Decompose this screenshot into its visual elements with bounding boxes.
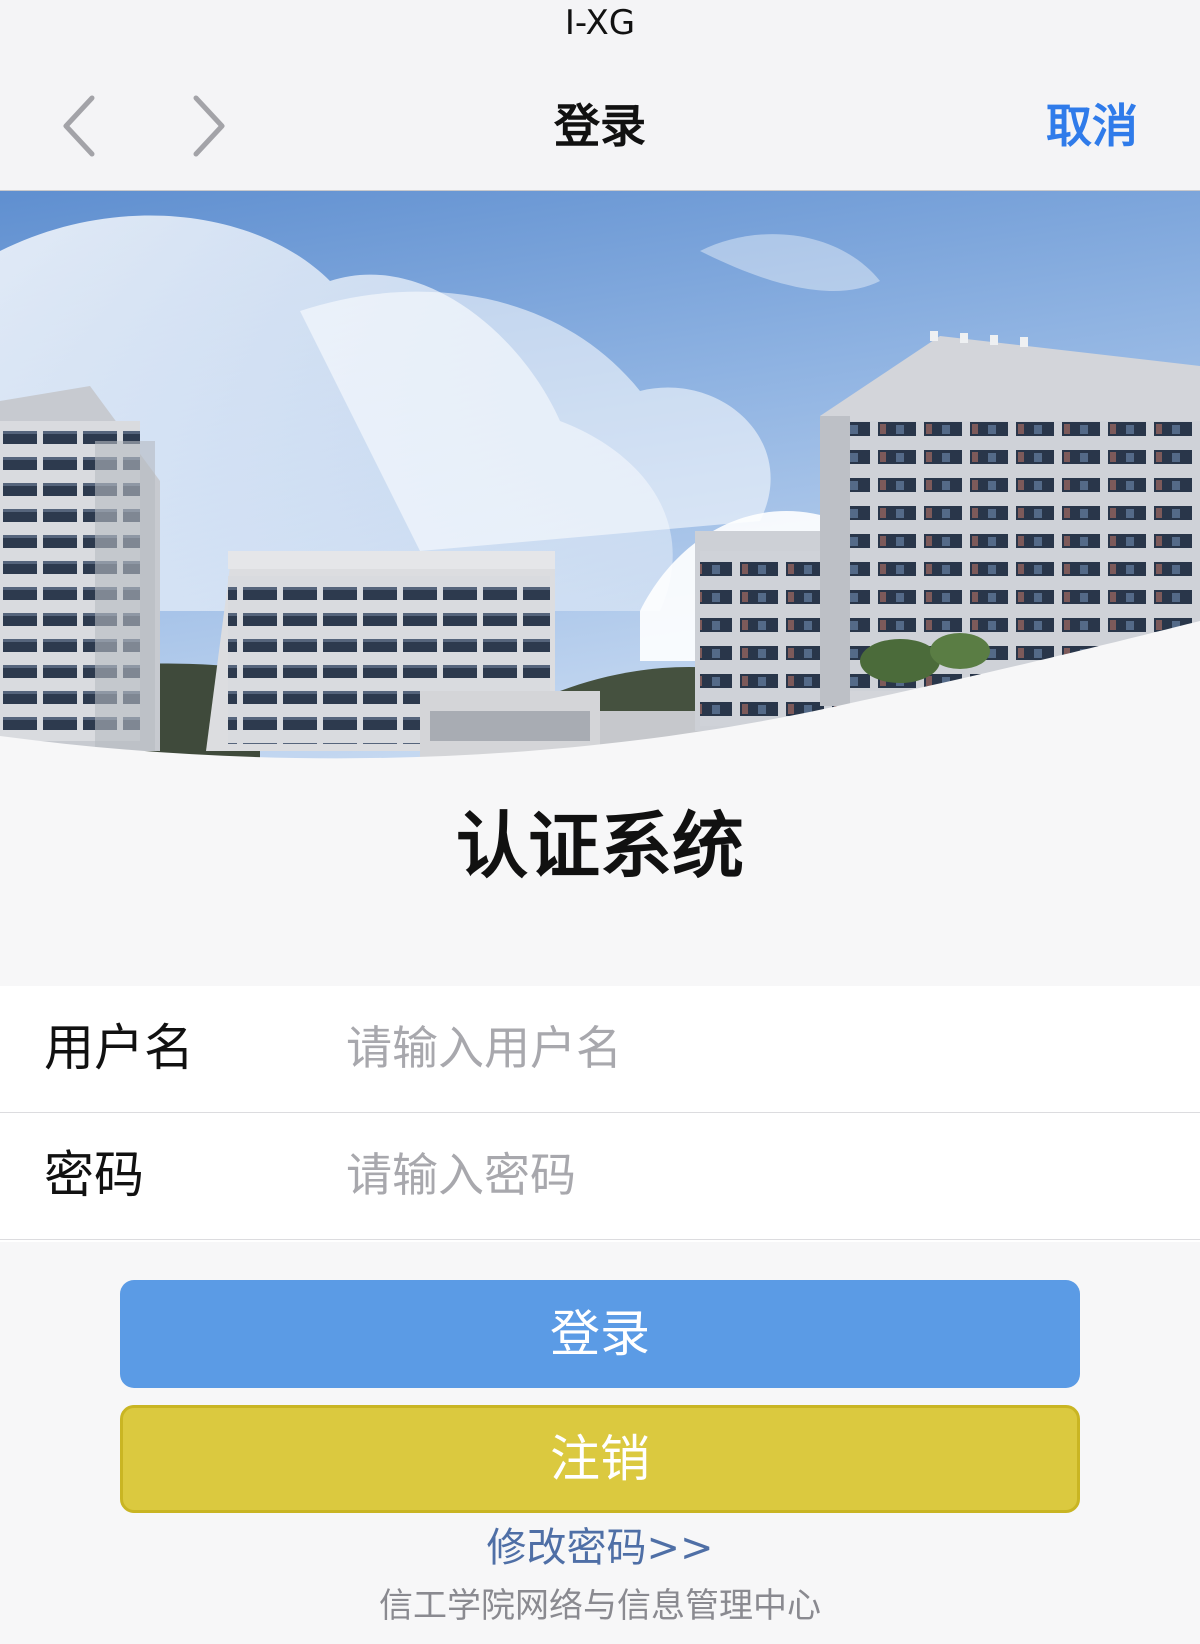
password-row: 密码 (0, 1113, 1200, 1240)
login-form: 用户名 密码 (0, 986, 1200, 1242)
browser-nav-bar: I-XG 登录 取消 (0, 0, 1200, 191)
login-button[interactable]: 登录 (120, 1280, 1080, 1388)
url-title: I-XG (564, 3, 636, 43)
cancel-button[interactable]: 取消 (1046, 96, 1138, 156)
username-label: 用户名 (44, 1019, 194, 1077)
footer-org-text: 信工学院网络与信息管理中心 (379, 1586, 821, 1626)
logout-button[interactable]: 注销 (120, 1405, 1080, 1513)
campus-hero-image (0, 191, 1200, 791)
page-title: 登录 (554, 99, 646, 153)
change-password-link[interactable]: 修改密码>> (0, 1520, 1200, 1576)
password-input[interactable] (346, 1139, 1146, 1211)
password-label: 密码 (44, 1146, 144, 1204)
username-input[interactable] (346, 1012, 1146, 1084)
system-title: 认证系统 (455, 804, 744, 888)
username-row: 用户名 (0, 986, 1200, 1113)
